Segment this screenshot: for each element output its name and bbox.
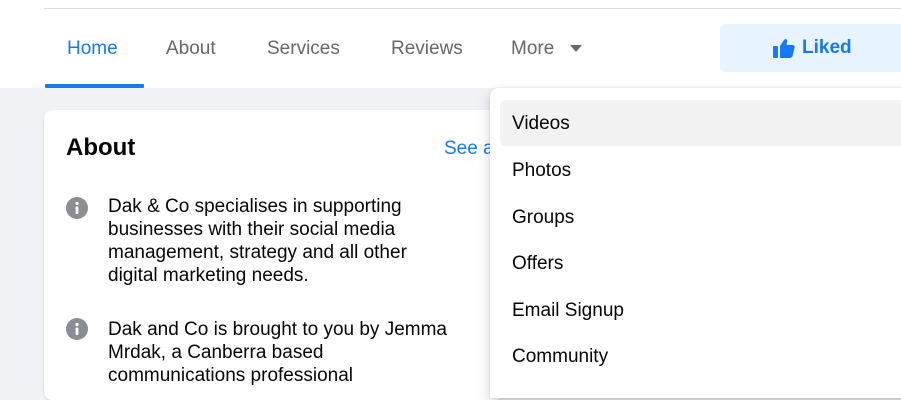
about-owner-line: Dak and Co is brought to you by Jemma <box>108 319 448 340</box>
about-description: Dak & Co specialises in supporting busin… <box>108 195 488 287</box>
about-owner-line: Mrdak, a Canberra based <box>108 342 324 363</box>
menu-item-label: Email Signup <box>512 300 624 321</box>
menu-item-label: Offers <box>512 253 564 274</box>
about-description-line: digital marketing needs. <box>108 265 309 286</box>
menu-item-videos[interactable]: Videos <box>500 100 901 146</box>
menu-item-groups[interactable]: Groups <box>500 194 901 240</box>
thumbs-up-icon <box>773 38 795 58</box>
menu-item-label: Photos <box>512 160 572 181</box>
about-description-line: Dak & Co specialises in supporting <box>108 196 402 217</box>
tab-services[interactable]: Services <box>267 38 340 60</box>
liked-button[interactable]: Liked <box>720 24 901 72</box>
tab-home[interactable]: Home <box>67 38 118 60</box>
liked-label: Liked <box>802 37 852 58</box>
caret-down-icon <box>570 45 582 52</box>
about-owner-info: Dak and Co is brought to you by Jemma Mr… <box>108 318 488 387</box>
about-card: About See a Dak & Co specialises in supp… <box>44 110 504 400</box>
menu-item-community[interactable]: Community <box>500 333 901 379</box>
menu-item-label: Videos <box>512 113 570 134</box>
menu-item-offers[interactable]: Offers <box>500 240 901 286</box>
menu-item-label: Groups <box>512 207 575 228</box>
more-dropdown-menu: Videos Photos Groups Offers Email Signup… <box>490 88 901 398</box>
info-icon <box>66 197 88 219</box>
menu-item-email-signup[interactable]: Email Signup <box>500 287 901 333</box>
tab-more[interactable]: More <box>511 38 554 60</box>
active-tab-indicator <box>45 84 144 88</box>
see-all-link[interactable]: See a <box>444 138 494 160</box>
about-owner-line: communications professional <box>108 365 354 386</box>
about-description-line: businesses with their social media <box>108 219 396 240</box>
tab-about[interactable]: About <box>166 38 216 60</box>
about-description-line: management, strategy and all other <box>108 242 407 263</box>
menu-item-label: Community <box>512 346 609 367</box>
header-divider <box>44 8 901 9</box>
info-icon <box>66 318 88 340</box>
menu-item-photos[interactable]: Photos <box>500 147 901 193</box>
about-card-title: About <box>66 134 136 161</box>
tab-reviews[interactable]: Reviews <box>391 38 463 60</box>
